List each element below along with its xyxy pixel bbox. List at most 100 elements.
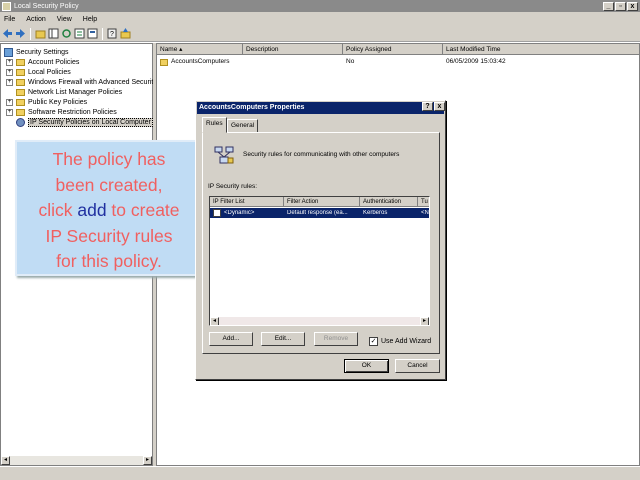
- use-add-wizard-checkbox[interactable]: ✓: [369, 337, 378, 346]
- callout-line: click add to create: [38, 200, 180, 220]
- refresh-icon[interactable]: [61, 28, 72, 39]
- properties-dialog[interactable]: AccountsComputers Properties ? x Rules G…: [195, 100, 446, 380]
- network-rules-icon: [214, 145, 234, 165]
- add-button[interactable]: Add...: [209, 332, 253, 346]
- tree-item-local-policies[interactable]: + Local Policies: [6, 67, 71, 77]
- policy-folder-icon: [160, 58, 168, 66]
- tree-label: Windows Firewall with Advanced Security: [28, 78, 157, 86]
- rules-horizontal-scrollbar[interactable]: ◂ ▸: [210, 317, 429, 325]
- minimize-button[interactable]: _: [603, 1, 614, 11]
- tree-item-software-restriction[interactable]: + Software Restriction Policies: [6, 107, 117, 117]
- tree-item-network-list-manager[interactable]: Network List Manager Policies: [16, 87, 122, 97]
- rule-authentication: Kerberos: [363, 210, 388, 216]
- tab-general[interactable]: General: [227, 119, 259, 133]
- rule-checkbox[interactable]: [213, 209, 221, 217]
- expand-icon[interactable]: +: [6, 68, 13, 76]
- rule-tunnel: <N: [421, 210, 429, 216]
- dialog-title[interactable]: AccountsComputers Properties: [197, 102, 444, 114]
- tab-rules[interactable]: Rules: [202, 117, 227, 133]
- table-row[interactable]: <Dynamic> Default response (ea... Kerber…: [210, 208, 429, 218]
- ok-button[interactable]: OK: [344, 359, 389, 373]
- tree-root-security-settings[interactable]: Security Settings: [4, 47, 69, 57]
- expand-icon[interactable]: +: [6, 98, 13, 106]
- menu-view[interactable]: View: [57, 16, 72, 23]
- assign-policy-icon[interactable]: [120, 28, 131, 39]
- dialog-description: Security rules for communicating with ot…: [243, 151, 400, 158]
- rules-list-header: IP Filter List Filter Action Authenticat…: [210, 197, 429, 207]
- callout-highlight-add: add: [77, 200, 107, 220]
- tree-label: Account Policies: [28, 58, 80, 66]
- column-header-tunnel[interactable]: Tu: [418, 197, 429, 207]
- callout-line: for this policy.: [56, 251, 162, 271]
- ip-security-icon: [16, 117, 25, 127]
- folder-icon: [16, 68, 25, 76]
- ip-security-rules-list[interactable]: IP Filter List Filter Action Authenticat…: [209, 196, 430, 326]
- back-arrow-icon[interactable]: [2, 28, 13, 39]
- policy-name: AccountsComputers: [171, 58, 230, 65]
- column-header-ip-filter-list[interactable]: IP Filter List: [210, 197, 284, 207]
- scroll-left-arrow-icon[interactable]: ◂: [210, 317, 219, 325]
- list-header: Name ▴ Description Policy Assigned Last …: [157, 44, 639, 55]
- forward-arrow-icon[interactable]: [15, 28, 26, 39]
- menu-file[interactable]: File: [4, 16, 15, 23]
- expand-icon[interactable]: +: [6, 108, 13, 116]
- scroll-left-arrow-icon[interactable]: ◂: [1, 456, 10, 465]
- list-item[interactable]: AccountsComputers No 06/05/2009 15:03:42: [157, 57, 593, 67]
- rules-group-label: IP Security rules:: [208, 183, 258, 190]
- policy-assigned: No: [346, 58, 355, 65]
- column-header-name[interactable]: Name ▴: [157, 44, 243, 55]
- folder-icon: [16, 108, 25, 116]
- column-header-filter-action[interactable]: Filter Action: [284, 197, 360, 207]
- tree-label: Public Key Policies: [28, 98, 88, 106]
- export-list-icon[interactable]: [74, 28, 85, 39]
- rule-filter-list: <Dynamic>: [224, 210, 255, 216]
- menu-action[interactable]: Action: [26, 16, 45, 23]
- tree-item-windows-firewall[interactable]: + Windows Firewall with Advanced Securit…: [6, 77, 157, 87]
- cancel-button[interactable]: Cancel: [395, 359, 440, 373]
- folder-icon: [16, 78, 25, 86]
- callout-line: IP Security rules: [45, 225, 173, 246]
- menu-bar: File Action View Help: [0, 12, 640, 26]
- dialog-help-button[interactable]: ?: [422, 102, 433, 111]
- policy-description: [243, 57, 343, 67]
- column-header-authentication[interactable]: Authentication: [360, 197, 418, 207]
- folder-icon: [16, 58, 25, 66]
- column-header-policy-assigned[interactable]: Policy Assigned: [343, 44, 443, 55]
- column-header-last-modified[interactable]: Last Modified Time: [443, 44, 639, 55]
- status-bar: [0, 466, 640, 480]
- expand-icon[interactable]: +: [6, 78, 13, 86]
- close-button[interactable]: x: [627, 1, 638, 11]
- show-hide-tree-icon[interactable]: [48, 28, 59, 39]
- remove-button[interactable]: Remove: [314, 332, 358, 346]
- folder-icon: [16, 98, 25, 106]
- column-header-description[interactable]: Description: [243, 44, 343, 55]
- tree-item-public-key-policies[interactable]: + Public Key Policies: [6, 97, 87, 107]
- scroll-right-arrow-icon[interactable]: ▸: [420, 317, 429, 325]
- use-add-wizard-label: Use Add Wizard: [381, 338, 432, 345]
- tree-label: Local Policies: [28, 68, 71, 76]
- dialog-close-button[interactable]: x: [434, 102, 445, 111]
- help-book-icon[interactable]: ?: [107, 28, 118, 39]
- security-policy-app-icon: [2, 1, 11, 11]
- expand-icon[interactable]: +: [6, 58, 13, 66]
- window-title: Local Security Policy: [14, 2, 79, 10]
- edit-button[interactable]: Edit...: [261, 332, 305, 346]
- svg-text:?: ?: [110, 31, 114, 38]
- use-add-wizard-row[interactable]: ✓ Use Add Wizard: [369, 337, 431, 346]
- scroll-right-arrow-icon[interactable]: ▸: [143, 456, 152, 465]
- tree-label: Network List Manager Policies: [28, 88, 123, 96]
- security-settings-icon: [4, 47, 13, 57]
- tree-item-account-policies[interactable]: + Account Policies: [6, 57, 79, 67]
- callout-line: The policy has: [52, 149, 166, 169]
- properties-icon[interactable]: [87, 28, 98, 39]
- rule-filter-action: Default response (ea...: [287, 210, 348, 216]
- up-folder-icon[interactable]: [35, 28, 46, 39]
- tree-label: Software Restriction Policies: [28, 108, 117, 116]
- tree-horizontal-scrollbar[interactable]: ◂ ▸: [1, 456, 152, 465]
- folder-icon: [16, 88, 25, 96]
- main-titlebar[interactable]: Local Security Policy _ ▫ x: [0, 0, 640, 12]
- tree-item-ip-security-policies[interactable]: IP Security Policies on Local Computer: [16, 117, 153, 127]
- maximize-button[interactable]: ▫: [615, 1, 626, 11]
- menu-help[interactable]: Help: [83, 16, 97, 23]
- policy-last-modified: 06/05/2009 15:03:42: [446, 58, 506, 65]
